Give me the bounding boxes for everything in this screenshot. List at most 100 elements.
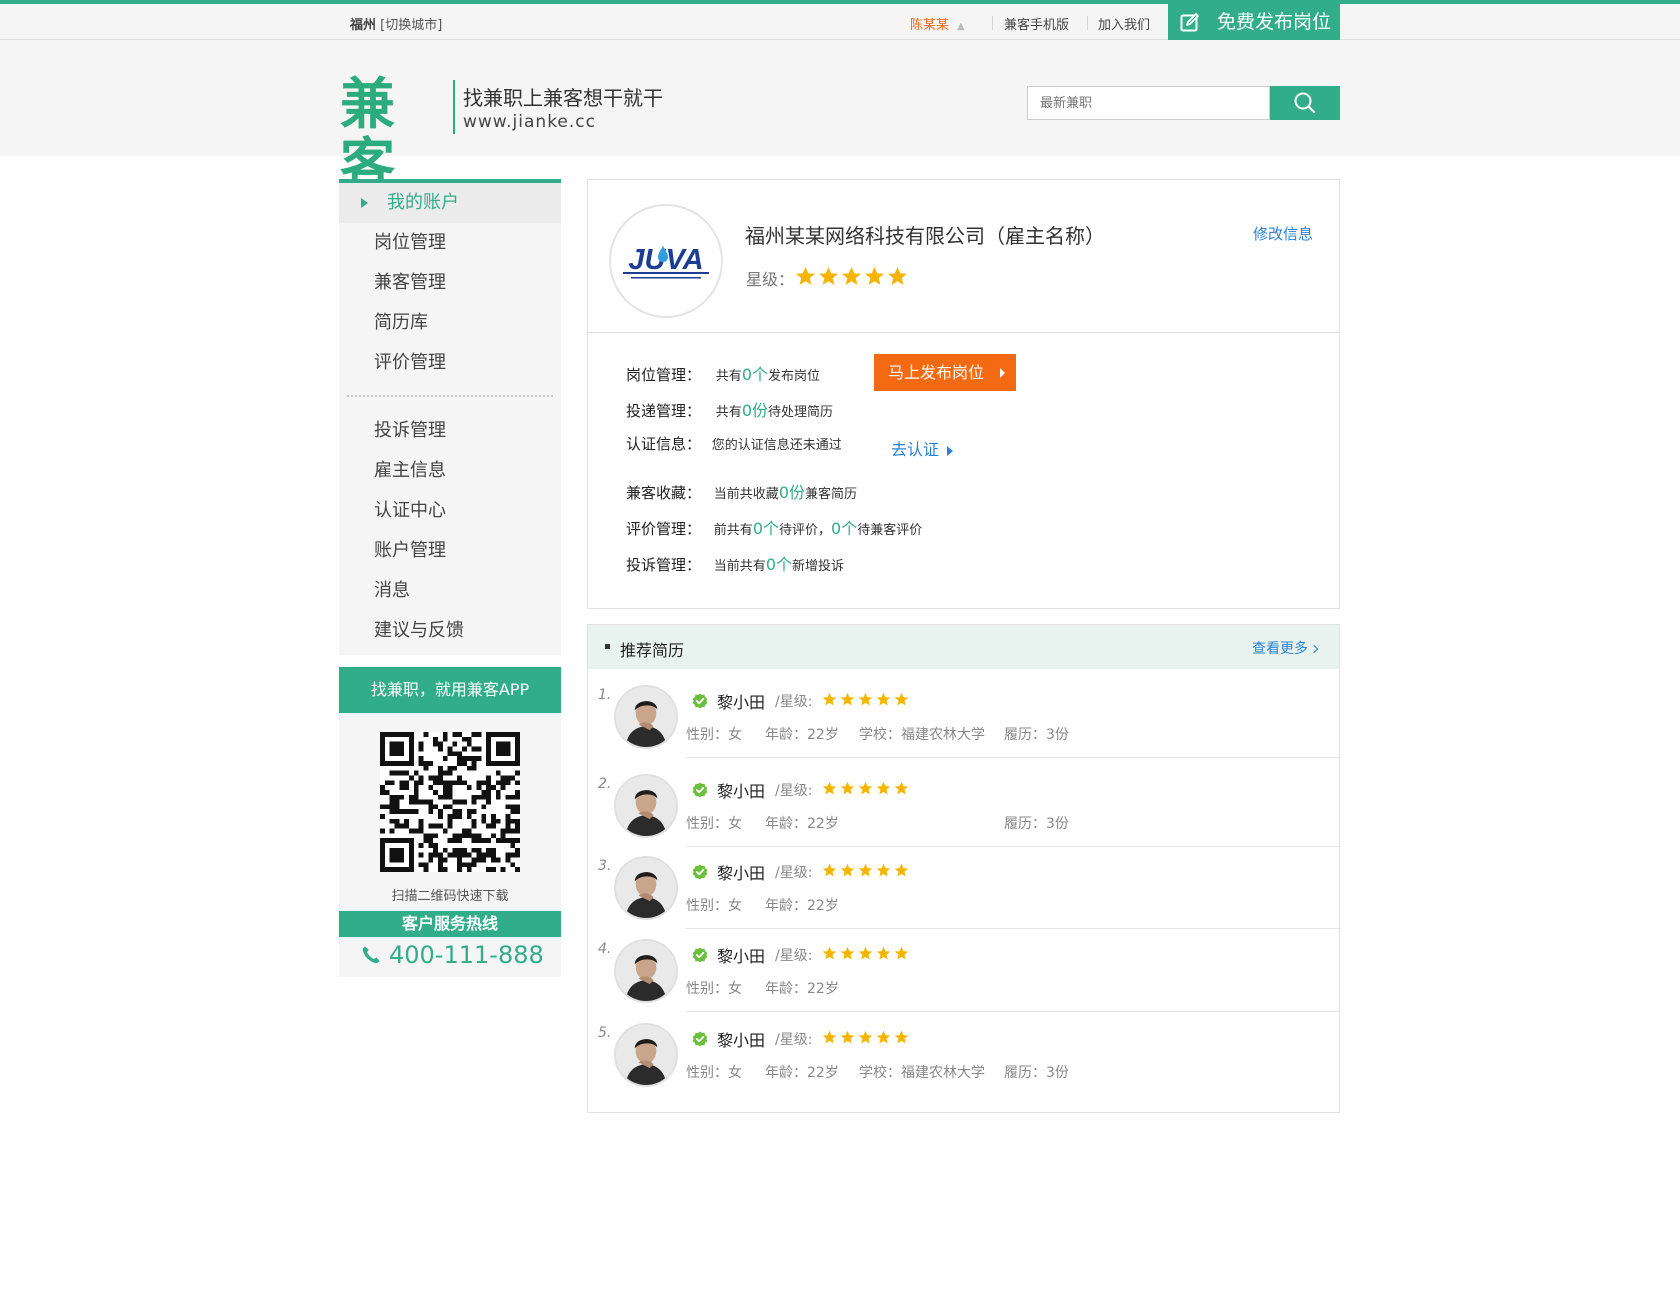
resume-gender: 性别：女: [686, 1065, 742, 1081]
go-certify-link[interactable]: 去认证: [891, 436, 954, 460]
resume-stars: [822, 863, 909, 878]
star-icon: [822, 1030, 837, 1044]
complaints-row: 投诉管理： 当前共有0个新增投诉: [626, 551, 844, 575]
star-icon: [840, 863, 855, 877]
item-index: 4.: [598, 941, 612, 957]
sidebar-item-reviews[interactable]: 评价管理: [339, 343, 561, 383]
resume-name[interactable]: 黎小田: [717, 860, 765, 884]
star-icon: [858, 692, 873, 706]
site-header: 兼客 找兼职上兼客想干就干 www.jianke.cc: [0, 40, 1680, 194]
join-us-link[interactable]: 加入我们: [1098, 14, 1150, 33]
sidebar-item-account[interactable]: 账户管理: [339, 531, 561, 571]
resume-gender: 性别：女: [686, 816, 742, 832]
sidebar: 我的账户 岗位管理 兼客管理 简历库 评价管理 投诉管理 雇主信息 认证中心 账…: [339, 179, 561, 977]
star-icon: [858, 781, 873, 795]
row-value: 前共有0个待评价，0个待兼客评价: [713, 519, 923, 538]
item-index: 2.: [598, 776, 612, 792]
certification-row: 认证信息： 您的认证信息还未通过: [626, 433, 842, 454]
avatar[interactable]: [614, 685, 678, 749]
row-value: 共有0份待处理简历: [715, 401, 834, 420]
verified-badge-icon: [692, 864, 708, 880]
logo-slogan: 找兼职上兼客想干就干: [463, 86, 663, 110]
user-menu[interactable]: 陈某某 ▲: [910, 14, 965, 33]
sidebar-item-employer-info[interactable]: 雇主信息: [339, 451, 561, 491]
item-index: 1.: [598, 687, 612, 703]
resume-name[interactable]: 黎小田: [717, 778, 765, 802]
resume-stars: [822, 946, 909, 961]
star-icon: [876, 946, 891, 960]
app-banner[interactable]: 找兼职，就用兼客APP: [339, 667, 561, 713]
city-selector[interactable]: 福州 [切换城市]: [350, 14, 442, 33]
star-icon: [888, 267, 907, 285]
sidebar-item-messages[interactable]: 消息: [339, 571, 561, 611]
row-label: 岗位管理：: [626, 366, 702, 384]
list-item[interactable]: 4. 黎小田/星级: 性别：女 年龄：22岁: [588, 923, 1341, 1012]
recommended-header: 推荐简历 查看更多: [588, 625, 1339, 669]
favorites-row: 兼客收藏： 当前共收藏0份兼客简历: [626, 479, 857, 503]
star-icon: [842, 267, 861, 285]
item-index: 5.: [598, 1025, 612, 1041]
hotline-title: 客户服务热线: [339, 911, 561, 937]
list-item[interactable]: 3. 黎小田/星级: 性别：女 年龄：22岁: [588, 840, 1341, 929]
resume-age: 年龄：22岁: [765, 816, 839, 832]
sidebar-item-certification[interactable]: 认证中心: [339, 491, 561, 531]
post-job-label: 免费发布岗位: [1217, 11, 1332, 33]
employer-profile-panel: JUVA 福州某某网络科技有限公司（雇主名称） 修改信息 星级： 岗位管理： 共…: [587, 179, 1340, 609]
switch-city-link[interactable]: [切换城市]: [380, 18, 442, 33]
sidebar-item-resumes[interactable]: 简历库: [339, 303, 561, 343]
resume-stars: [822, 1030, 909, 1045]
job-management-row: 岗位管理： 共有0个发布岗位: [626, 361, 820, 385]
free-post-job-button[interactable]: 免费发布岗位: [1168, 4, 1340, 40]
list-item[interactable]: 5. 黎小田/星级: 性别：女 年龄：22岁 学校：福建农林大学 履历：3份: [588, 1007, 1341, 1096]
hotline: 400-111-888: [339, 937, 561, 977]
avatar[interactable]: [614, 774, 678, 838]
company-rating-stars: [795, 266, 908, 287]
resume-level-label: /星级:: [775, 865, 813, 881]
company-name: 福州某某网络科技有限公司（雇主名称）: [745, 224, 1105, 248]
logo-url: www.jianke.cc: [463, 112, 596, 132]
star-icon: [894, 863, 909, 877]
sidebar-item-feedback[interactable]: 建议与反馈: [339, 611, 561, 651]
view-more-link[interactable]: 查看更多: [1252, 638, 1319, 658]
resume-gender: 性别：女: [686, 727, 742, 743]
phone-icon: [362, 946, 380, 964]
section-title: 推荐简历: [620, 641, 685, 660]
evaluation-row: 评价管理： 前共有0个待评价，0个待兼客评价: [626, 515, 922, 539]
resume-name[interactable]: 黎小田: [717, 689, 765, 713]
divider: [1087, 16, 1088, 30]
resume-level-label: /星级:: [775, 694, 813, 710]
list-item[interactable]: 1. 黎小田/星级: 性别：女 年龄：22岁 学校：福建农林大学 履历：3份: [588, 669, 1341, 758]
mobile-link[interactable]: 兼客手机版: [1004, 14, 1069, 33]
verified-badge-icon: [692, 782, 708, 798]
item-index: 3.: [598, 858, 612, 874]
resume-name[interactable]: 黎小田: [717, 943, 765, 967]
star-icon: [858, 1030, 873, 1044]
avatar[interactable]: [614, 856, 678, 920]
edit-info-link[interactable]: 修改信息: [1253, 223, 1313, 244]
sidebar-item-jianke[interactable]: 兼客管理: [339, 263, 561, 303]
go-certify-label: 去认证: [891, 440, 940, 459]
hotline-number: 400-111-888: [389, 941, 544, 969]
qr-code: [380, 732, 520, 872]
list-item[interactable]: 2. 黎小田/星级: 性别：女 年龄：22岁 履历：3份: [588, 758, 1341, 847]
verified-badge-icon: [692, 947, 708, 963]
panel-divider: [588, 332, 1339, 333]
search-button[interactable]: [1270, 86, 1340, 120]
row-value: 当前共有0个新增投诉: [713, 555, 845, 574]
resume-name[interactable]: 黎小田: [717, 1027, 765, 1051]
publish-job-button[interactable]: 马上发布岗位: [874, 354, 1016, 391]
top-bar: 福州 [切换城市] 陈某某 ▲ 兼客手机版 加入我们 免费发布岗位: [0, 4, 1680, 40]
row-label: 认证信息：: [626, 435, 702, 453]
triangle-right-icon: [1000, 368, 1005, 378]
avatar[interactable]: [614, 939, 678, 1003]
caret-up-icon: ▲: [957, 21, 965, 32]
sidebar-item-jobs[interactable]: 岗位管理: [339, 223, 561, 263]
sidebar-item-complaints[interactable]: 投诉管理: [339, 411, 561, 451]
sidebar-item-my-account[interactable]: 我的账户: [339, 183, 561, 223]
star-icon: [876, 781, 891, 795]
search-input[interactable]: [1027, 86, 1270, 120]
username: 陈某某: [910, 18, 950, 33]
star-icon: [819, 267, 838, 285]
avatar[interactable]: [614, 1023, 678, 1087]
star-icon: [840, 946, 855, 960]
